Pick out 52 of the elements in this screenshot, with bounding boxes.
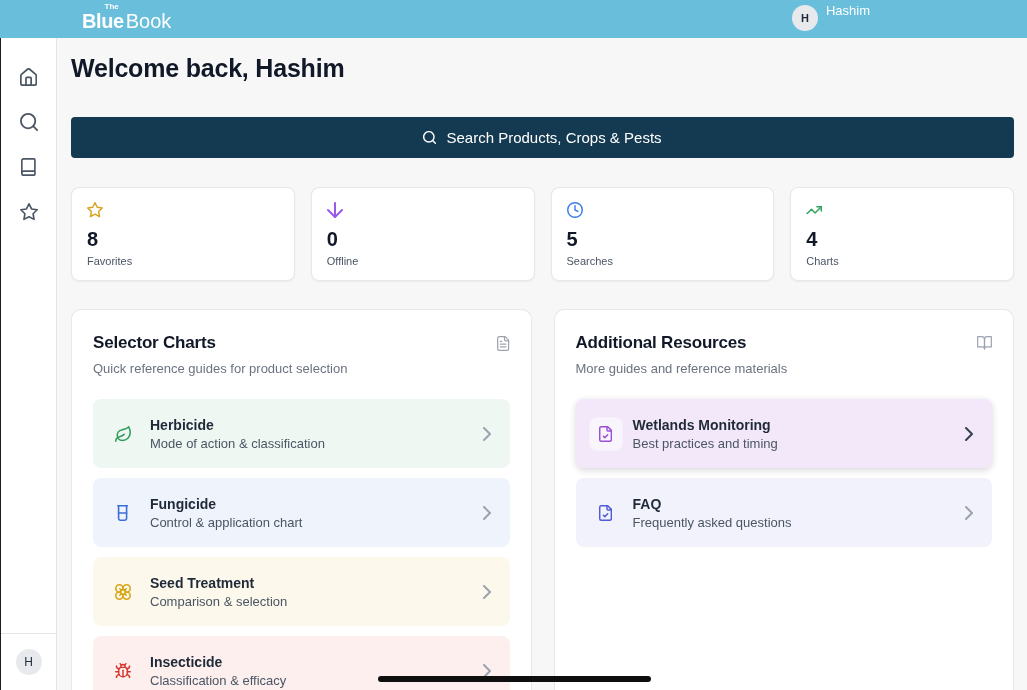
item-subtitle: Classification & efficacy: [150, 671, 288, 689]
item-title: Herbicide: [150, 415, 215, 434]
user-avatar[interactable]: H: [15, 649, 42, 675]
panel-subtitle: Quick reference guides for product selection: [93, 360, 349, 378]
item-subtitle: Comparison & selection: [150, 592, 289, 610]
stat-label: Favorites: [87, 254, 134, 268]
chart-list-item[interactable]: Herbicide Mode of action & classification: [93, 399, 510, 468]
stat-value: 0: [326, 227, 339, 251]
stat-label: Offline: [326, 254, 360, 268]
item-subtitle: Best practices and timing: [632, 434, 779, 452]
logo-prefix: The: [104, 3, 119, 11]
logo-word: Book: [125, 11, 172, 31]
chevron-right-icon: [482, 505, 491, 520]
resource-list-item[interactable]: FAQ Frequently asked questions: [575, 478, 992, 547]
search-button[interactable]: Search Products, Crops & Pests: [71, 117, 1014, 158]
stat-label: Searches: [566, 254, 614, 268]
home-icon[interactable]: [19, 68, 38, 86]
open-book-icon: [977, 336, 992, 350]
search-icon[interactable]: [19, 113, 38, 131]
stat-label: Charts: [806, 254, 840, 268]
resource-list-item[interactable]: Wetlands Monitoring Best practices and timing: [575, 399, 992, 468]
item-title: Seed Treatment: [150, 573, 256, 592]
panel-title: Additional Resources: [575, 332, 747, 354]
panel-subtitle: More guides and reference materials: [575, 360, 789, 378]
item-subtitle: Frequently asked questions: [632, 513, 793, 531]
panel-title: Selector Charts: [93, 332, 216, 354]
user-avatar[interactable]: H: [791, 5, 818, 31]
chevron-right-icon: [482, 584, 491, 599]
item-title: Wetlands Monitoring: [632, 415, 772, 434]
document-check-icon: [589, 417, 622, 450]
item-title: Fungicide: [150, 494, 218, 513]
chevron-right-icon: [482, 426, 491, 441]
item-title: Insecticide: [150, 652, 224, 671]
item-subtitle: Control & application chart: [150, 513, 304, 531]
star-icon[interactable]: [19, 203, 38, 221]
chart-list-item[interactable]: Fungicide Control & application chart: [93, 478, 510, 547]
chevron-right-icon: [965, 505, 973, 520]
book-icon[interactable]: [21, 158, 36, 176]
chart-list-item[interactable]: Seed Treatment Comparison & selection: [93, 557, 510, 626]
logo-bold-word: Blue: [82, 11, 124, 31]
item-title: FAQ: [632, 494, 663, 513]
chart-list-item[interactable]: Insecticide Classification & efficacy: [93, 636, 510, 690]
item-subtitle: Mode of action & classification: [150, 434, 326, 452]
user-name: Hashim: [825, 3, 870, 18]
chevron-right-icon: [965, 426, 973, 441]
search-icon: [423, 131, 437, 144]
stat-value: 5: [566, 227, 579, 251]
document-icon: [497, 335, 510, 351]
welcome-heading: Welcome back, Hashim: [71, 53, 346, 84]
stat-value: 8: [87, 227, 100, 251]
stat-value: 4: [806, 227, 819, 251]
chevron-right-icon: [482, 663, 491, 678]
